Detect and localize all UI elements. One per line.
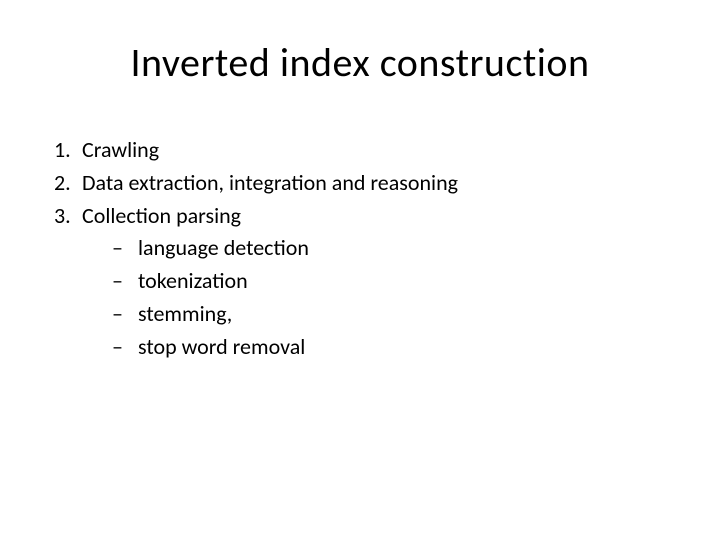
list-text: Collection parsing — [82, 201, 670, 232]
list-text: Data extraction, integration and reasoni… — [82, 168, 670, 199]
sublist: – language detection – tokenization – st… — [54, 233, 670, 362]
sublist-text: stemming, — [138, 299, 670, 330]
sublist-text: language detection — [138, 233, 670, 264]
sublist-item: – tokenization — [112, 266, 670, 297]
dash-icon: – — [112, 266, 138, 297]
dash-icon: – — [112, 233, 138, 264]
slide: Inverted index construction 1. Crawling … — [0, 0, 720, 540]
content-area: 1. Crawling 2. Data extraction, integrat… — [50, 135, 670, 363]
list-item: 3. Collection parsing — [54, 201, 670, 232]
sublist-text: stop word removal — [138, 332, 670, 363]
sublist-item: – language detection — [112, 233, 670, 264]
list-item: 1. Crawling — [54, 135, 670, 166]
page-title: Inverted index construction — [50, 38, 670, 87]
sublist-text: tokenization — [138, 266, 670, 297]
list-number: 3. — [54, 201, 82, 232]
list-item: 2. Data extraction, integration and reas… — [54, 168, 670, 199]
dash-icon: – — [112, 332, 138, 363]
list-text: Crawling — [82, 135, 670, 166]
dash-icon: – — [112, 299, 138, 330]
list-number: 1. — [54, 135, 82, 166]
sublist-item: – stop word removal — [112, 332, 670, 363]
sublist-item: – stemming, — [112, 299, 670, 330]
list-number: 2. — [54, 168, 82, 199]
